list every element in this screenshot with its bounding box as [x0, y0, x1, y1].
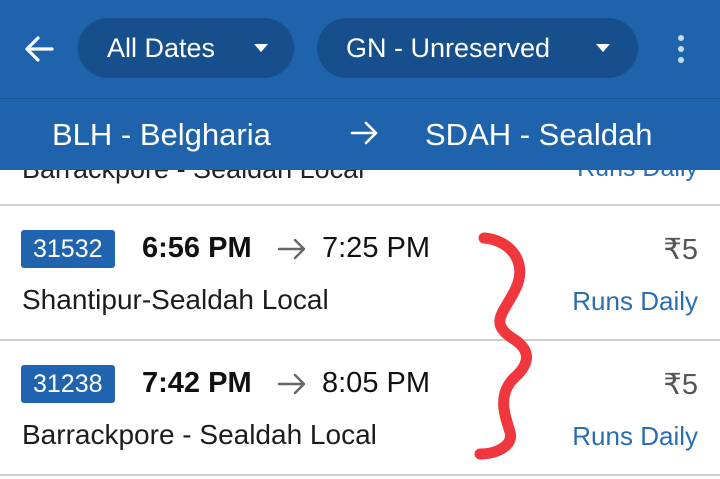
train-number-badge: 31532 [21, 230, 115, 268]
train-frequency: Runs Daily [577, 170, 698, 183]
arrow-right-icon [277, 238, 306, 260]
departure-time: 7:42 PM [142, 367, 252, 399]
train-frequency: Runs Daily [572, 421, 698, 451]
caret-down-icon [254, 44, 268, 52]
fare: ₹5 [663, 234, 698, 266]
train-frequency: Runs Daily [572, 286, 698, 316]
train-name: Shantipur-Sealdah Local [22, 284, 329, 315]
class-filter-label: GN - Unreserved [346, 32, 551, 63]
arrow-left-icon [25, 36, 54, 62]
route-bar: BLH - Belgharia SDAH - Sealdah [0, 98, 720, 170]
class-filter-dropdown[interactable]: GN - Unreserved [317, 18, 638, 78]
more-vertical-icon [678, 57, 684, 63]
date-filter-label: All Dates [107, 32, 216, 63]
more-vertical-icon [678, 46, 684, 52]
train-row-partial[interactable]: Barrackpore - Sealdah Local Runs Daily [0, 170, 720, 206]
back-button[interactable] [18, 28, 60, 70]
more-options-button[interactable] [668, 28, 694, 70]
arrow-right-icon [350, 121, 378, 145]
train-name: Barrackpore - Sealdah Local [22, 419, 377, 450]
arrival-time: 8:05 PM [322, 367, 430, 399]
train-number-badge: 31238 [21, 365, 115, 403]
date-filter-dropdown[interactable]: All Dates [78, 18, 294, 78]
fare: ₹5 [663, 369, 698, 401]
caret-down-icon [596, 44, 610, 52]
app-header: All Dates GN - Unreserved [0, 0, 720, 98]
train-row[interactable]: 31532 6:56 PM 7:25 PM ₹5 Shantipur-Seald… [0, 206, 720, 341]
origin-station: BLH - Belgharia [52, 117, 271, 152]
train-row[interactable]: 31238 7:42 PM 8:05 PM ₹5 Barrackpore - S… [0, 341, 720, 476]
destination-station: SDAH - Sealdah [425, 117, 653, 152]
more-vertical-icon [678, 35, 684, 41]
arrow-right-icon [277, 373, 306, 395]
departure-time: 6:56 PM [142, 232, 252, 264]
train-name: Barrackpore - Sealdah Local [22, 170, 364, 185]
arrival-time: 7:25 PM [322, 232, 430, 264]
